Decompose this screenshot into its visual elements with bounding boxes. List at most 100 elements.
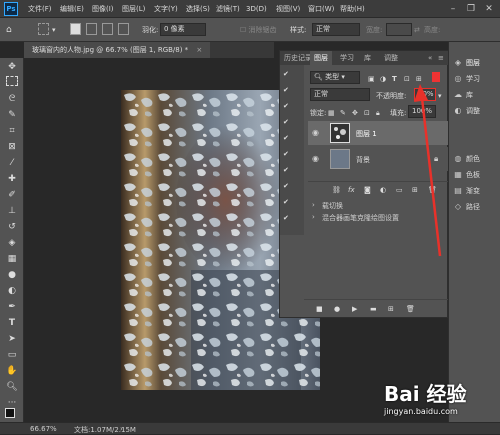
layer-filter-select[interactable]: 🔍︎ 类型 ▾: [310, 71, 360, 84]
menu-select[interactable]: 选择(S): [186, 3, 210, 15]
status-menu-icon[interactable]: ›: [120, 425, 123, 433]
tab-close-icon[interactable]: ×: [196, 46, 202, 54]
dock-item-adjustments[interactable]: ◐ 调整: [453, 104, 500, 117]
restore-icon[interactable]: ❐: [464, 2, 478, 16]
dock-item-libraries[interactable]: ☁ 库: [453, 88, 500, 101]
filter-type-icon[interactable]: T: [392, 73, 397, 85]
lock-pixels-icon[interactable]: ▦: [328, 107, 335, 119]
brush-tool-icon[interactable]: ✐: [4, 188, 20, 202]
lasso-tool-icon[interactable]: ᘓ: [4, 92, 20, 106]
dodge-tool-icon[interactable]: ◐: [4, 284, 20, 298]
dock-item-color[interactable]: ◍ 颜色: [453, 152, 500, 165]
add-selection-icon[interactable]: [86, 23, 97, 35]
menu-view[interactable]: 视图(V): [276, 3, 300, 15]
eyedropper-tool-icon[interactable]: ⁄: [4, 156, 20, 170]
history-check-icon[interactable]: ✔: [283, 199, 290, 206]
menu-filter[interactable]: 滤镜(T): [216, 3, 240, 15]
menu-3d[interactable]: 3D(D): [246, 3, 267, 15]
dock-item-swatches[interactable]: ▦ 色板: [453, 168, 500, 181]
history-check-icon[interactable]: ✔: [283, 87, 290, 94]
swap-icon[interactable]: ⇄: [414, 24, 420, 36]
marquee-tool-icon[interactable]: [38, 23, 49, 35]
lock-position-icon[interactable]: ✥: [352, 107, 358, 119]
type-tool-icon[interactable]: T: [4, 316, 20, 330]
new-set-icon[interactable]: ▬: [370, 303, 377, 315]
dock-item-learn[interactable]: ◎ 学习: [453, 72, 500, 85]
eraser-tool-icon[interactable]: ◈: [4, 236, 20, 250]
adjustment-layer-icon[interactable]: ◐: [380, 184, 386, 196]
history-check-icon[interactable]: ✔: [283, 215, 290, 222]
delete-action-icon[interactable]: 🗑︎: [406, 303, 415, 315]
feather-input[interactable]: 0 像素: [160, 23, 206, 36]
gradient-tool-icon[interactable]: ▦: [4, 252, 20, 266]
panel-menu-icon[interactable]: ≡: [438, 51, 444, 65]
history-brush-tool-icon[interactable]: ↺: [4, 220, 20, 234]
hand-tool-icon[interactable]: ✋: [4, 364, 20, 378]
subtract-selection-icon[interactable]: [102, 23, 113, 35]
history-check-icon[interactable]: ✔: [283, 183, 290, 190]
crop-tool-icon[interactable]: ⌗: [4, 124, 20, 138]
fx-icon[interactable]: fx: [348, 184, 355, 196]
menu-help[interactable]: 帮助(H): [340, 3, 365, 15]
rect-marquee-tool-icon[interactable]: [6, 76, 18, 86]
history-check-icon[interactable]: ✔: [283, 71, 290, 78]
history-check-icon[interactable]: ✔: [283, 119, 290, 126]
lock-paint-icon[interactable]: ✎: [340, 107, 346, 119]
lock-artboard-icon[interactable]: ⊡: [364, 107, 370, 119]
new-action-icon[interactable]: ⊞: [388, 303, 394, 315]
menu-file[interactable]: 文件(F): [28, 3, 52, 15]
history-check-icon[interactable]: ✔: [283, 103, 290, 110]
visibility-eye-icon[interactable]: ◉: [312, 128, 319, 137]
healing-brush-tool-icon[interactable]: ✚: [4, 172, 20, 186]
width-input[interactable]: [386, 23, 412, 36]
dock-item-gradients[interactable]: ▤ 渐变: [453, 184, 500, 197]
minimize-icon[interactable]: –: [446, 2, 460, 16]
dock-item-paths[interactable]: ◇ 路径: [453, 200, 500, 213]
path-selection-tool-icon[interactable]: ➤: [4, 332, 20, 346]
lock-all-icon[interactable]: 🔒︎: [376, 107, 380, 119]
document-tab[interactable]: 玻璃窗内的人物.jpg @ 66.7% (图层 1, RGB/8) * ×: [24, 42, 210, 58]
filter-pixel-icon[interactable]: ▣: [368, 73, 375, 85]
menu-type[interactable]: 文字(Y): [154, 3, 178, 15]
tab-layers[interactable]: 图层: [310, 51, 332, 65]
zoom-level[interactable]: 66.67%: [30, 425, 57, 433]
rectangle-tool-icon[interactable]: ▭: [4, 348, 20, 362]
history-check-icon[interactable]: ✔: [283, 151, 290, 158]
close-icon[interactable]: ✕: [482, 2, 496, 16]
collapse-icon[interactable]: «: [428, 51, 432, 65]
menu-edit[interactable]: 编辑(E): [60, 3, 84, 15]
history-check-icon[interactable]: ✔: [283, 167, 290, 174]
home-icon[interactable]: ⌂: [6, 24, 12, 36]
layer-name[interactable]: 图层 1: [356, 129, 377, 139]
foreground-color-swatch[interactable]: [5, 408, 15, 418]
filter-adjust-icon[interactable]: ◑: [380, 73, 386, 85]
new-selection-icon[interactable]: [70, 23, 81, 35]
blend-mode-select[interactable]: 正常: [310, 88, 370, 101]
clone-stamp-tool-icon[interactable]: ⊥: [4, 204, 20, 218]
tab-learn[interactable]: 学习: [340, 51, 354, 65]
add-mask-icon[interactable]: ◙: [364, 184, 371, 196]
pen-tool-icon[interactable]: ✒: [4, 300, 20, 314]
tab-adjustments[interactable]: 调整: [384, 51, 398, 65]
quick-select-tool-icon[interactable]: ✎: [4, 108, 20, 122]
menu-layer[interactable]: 图层(L): [122, 3, 145, 15]
history-check-icon[interactable]: ✔: [283, 135, 290, 142]
visibility-eye-icon[interactable]: ◉: [312, 154, 319, 163]
frame-tool-icon[interactable]: ⊠: [4, 140, 20, 154]
anti-alias-checkbox[interactable]: ☐ 消除锯齿: [240, 24, 277, 36]
record-icon[interactable]: ●: [334, 303, 340, 315]
blur-tool-icon[interactable]: ●: [4, 268, 20, 282]
dock-item-layers[interactable]: ◈ 图层: [453, 56, 500, 69]
intersect-selection-icon[interactable]: [118, 23, 129, 35]
move-tool-icon[interactable]: ✥: [4, 60, 20, 74]
layer-name[interactable]: 背景: [356, 155, 370, 165]
play-icon[interactable]: ▶: [352, 303, 357, 315]
stop-icon[interactable]: ■: [316, 303, 323, 315]
tab-libraries[interactable]: 库: [364, 51, 371, 65]
link-layers-icon[interactable]: ⛓: [332, 184, 341, 196]
zoom-tool-icon[interactable]: 🔍︎: [4, 380, 20, 394]
dropdown-arrow-icon[interactable]: ▾: [52, 24, 56, 36]
menu-window[interactable]: 窗口(W): [308, 3, 334, 15]
tab-history[interactable]: 历史记录: [284, 51, 312, 65]
style-select[interactable]: 正常: [312, 23, 360, 36]
